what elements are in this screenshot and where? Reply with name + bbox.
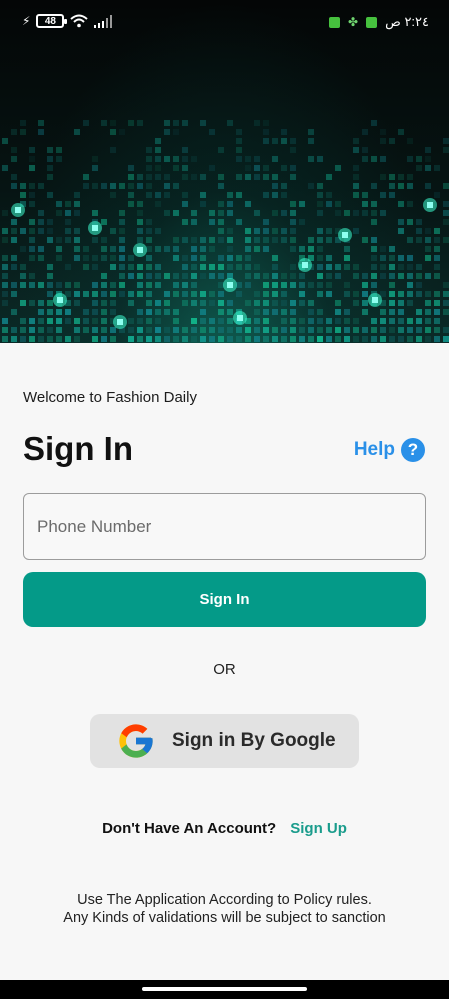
- help-link[interactable]: Help ?: [354, 438, 425, 462]
- google-sign-in-label: Sign in By Google: [172, 730, 336, 751]
- status-bar: ⚡ 48 ✤ ٢:٢٤ ص: [0, 0, 449, 46]
- no-account-text: Don't Have An Account?: [102, 820, 277, 837]
- status-left: ⚡ 48: [22, 14, 113, 28]
- policy-line-1: Use The Application According to Policy …: [77, 892, 372, 908]
- notification-icon: [329, 16, 341, 28]
- help-icon: ?: [401, 438, 425, 462]
- notification-icon: [366, 16, 378, 28]
- hero-grid-art: [2, 120, 449, 342]
- clock: ٢:٢٤ ص: [385, 14, 429, 29]
- home-indicator[interactable]: [142, 987, 307, 991]
- app-notification-icon: ✤: [348, 15, 359, 29]
- sign-up-link[interactable]: Sign Up: [290, 820, 347, 837]
- signal-icon: [94, 14, 113, 28]
- page-title: Sign In: [23, 430, 133, 467]
- or-divider: OR: [213, 661, 236, 678]
- help-label: Help: [353, 439, 395, 460]
- sign-in-button[interactable]: Sign In: [23, 572, 426, 627]
- phone-number-input[interactable]: [23, 493, 426, 560]
- welcome-text: Welcome to Fashion Daily: [23, 389, 197, 406]
- policy-line-2: Any Kinds of validations will be subject…: [63, 910, 386, 926]
- signup-row: Don't Have An Account? Sign Up: [0, 820, 449, 837]
- battery-icon: 48: [36, 14, 68, 28]
- hero-banner: [0, 0, 449, 343]
- charging-icon: ⚡: [22, 14, 31, 28]
- google-sign-in-button[interactable]: Sign in By Google: [90, 714, 359, 768]
- navigation-bar: [0, 980, 449, 999]
- battery-level: 48: [44, 15, 56, 27]
- policy-text: Use The Application According to Policy …: [0, 891, 449, 927]
- status-right: ✤ ٢:٢٤ ص: [329, 14, 429, 30]
- google-icon: [117, 722, 155, 760]
- wifi-icon: [70, 14, 89, 28]
